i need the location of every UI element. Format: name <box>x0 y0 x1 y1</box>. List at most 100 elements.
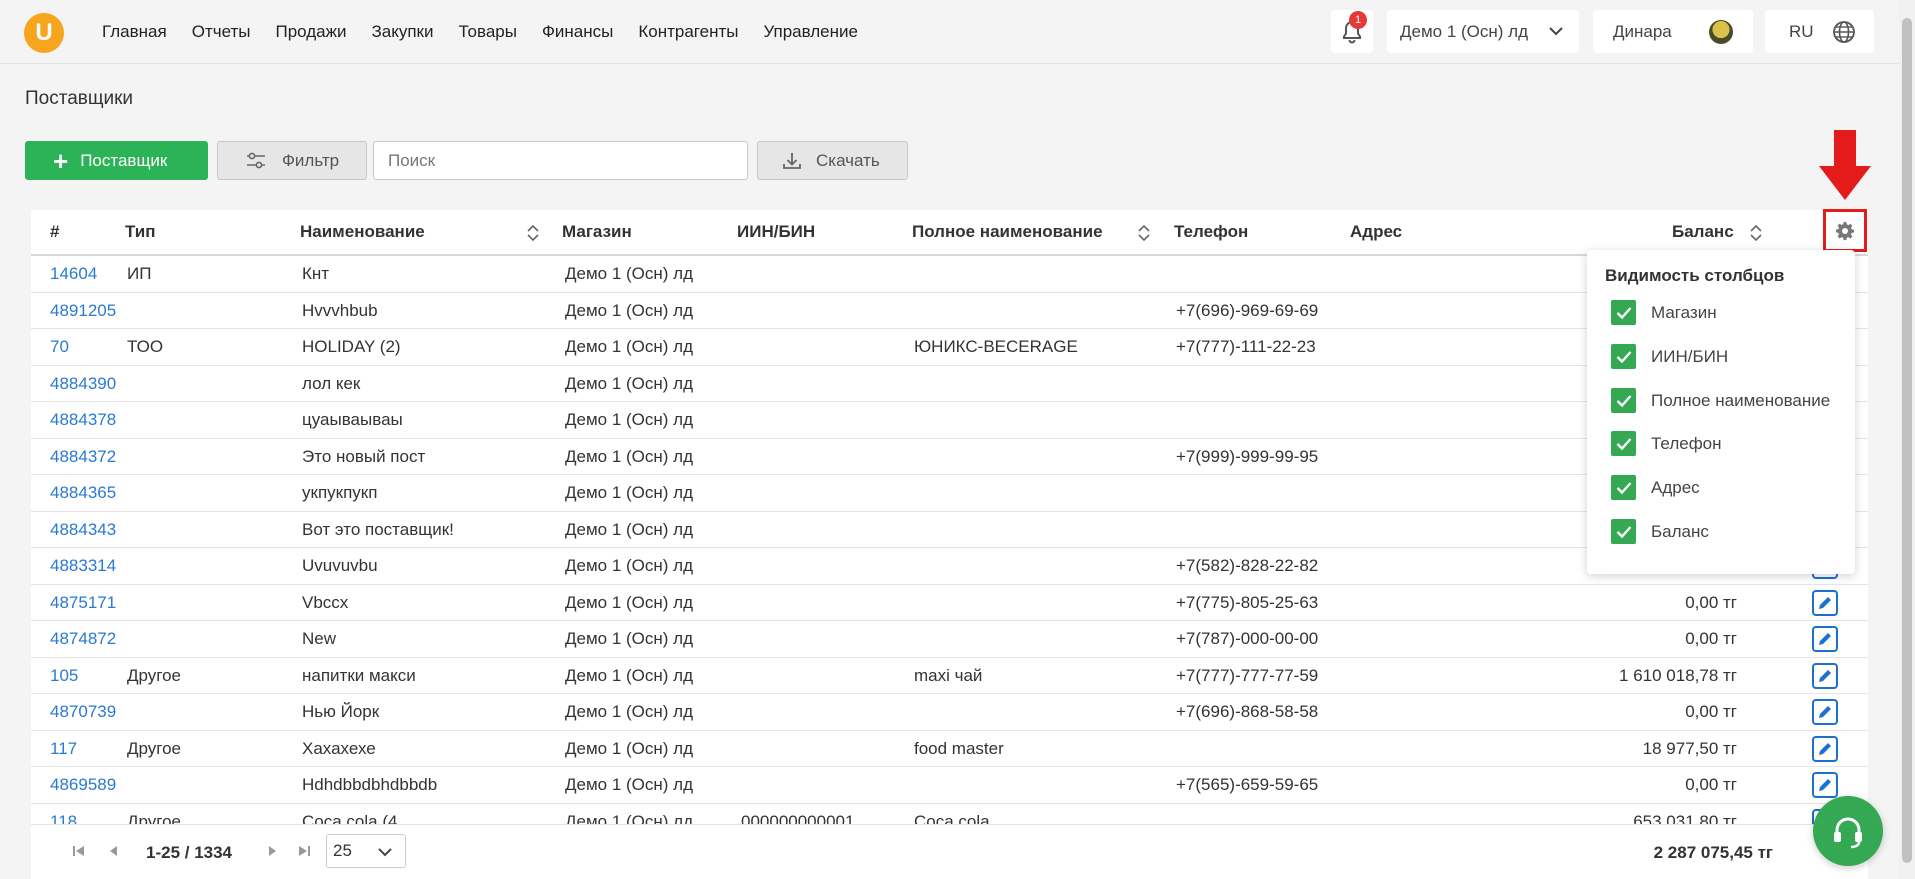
column-toggle-phone[interactable]: Телефон <box>1611 431 1722 456</box>
support-chat-button[interactable] <box>1813 796 1883 866</box>
supplier-id-link[interactable]: 14604 <box>50 264 97 284</box>
column-toggle-label: Магазин <box>1651 302 1717 322</box>
supplier-id-link[interactable]: 4875171 <box>50 593 116 613</box>
supplier-id-link[interactable]: 4884365 <box>50 483 116 503</box>
edit-icon[interactable] <box>1812 699 1838 725</box>
store-selector[interactable]: Демо 1 (Осн) лд <box>1387 10 1579 53</box>
header-iin[interactable]: ИИН/БИН <box>737 222 815 242</box>
cell-type: ИП <box>127 264 152 283</box>
page-scrollbar[interactable] <box>1899 0 1915 879</box>
column-toggle-label: ИИН/БИН <box>1651 346 1729 366</box>
chevron-down-icon <box>1549 27 1563 36</box>
edit-icon[interactable] <box>1812 662 1838 689</box>
header-id[interactable]: # <box>50 222 59 242</box>
cell-shop: Демо 1 (Осн) лд <box>565 738 694 758</box>
chevron-down-icon <box>378 848 392 857</box>
supplier-id-link[interactable]: 4884390 <box>50 374 116 394</box>
supplier-id-link[interactable]: 4870739 <box>50 702 116 722</box>
add-supplier-button[interactable]: + Поставщик <box>25 141 208 180</box>
cell-name: Вот это поставщик! <box>302 519 454 539</box>
header-phone[interactable]: Телефон <box>1174 222 1248 242</box>
download-button[interactable]: Скачать <box>757 141 908 180</box>
cell-shop: Демо 1 (Осн) лд <box>565 264 694 283</box>
column-toggle-address[interactable]: Адрес <box>1611 475 1700 500</box>
language-selector[interactable]: RU <box>1765 10 1874 53</box>
cell-shop: Демо 1 (Осн) лд <box>565 337 694 356</box>
supplier-id-link[interactable]: 4884378 <box>50 410 116 430</box>
nav-item-management[interactable]: Управление <box>763 22 858 42</box>
column-toggle-iin[interactable]: ИИН/БИН <box>1611 344 1728 369</box>
nav-item-products[interactable]: Товары <box>458 22 516 42</box>
total-balance: 2 287 075,45 тг <box>1653 843 1773 862</box>
supplier-id-link[interactable]: 117 <box>50 739 77 759</box>
nav-item-purchases[interactable]: Закупки <box>371 22 433 42</box>
cell-name: New <box>302 629 337 648</box>
checkbox-checked-icon[interactable] <box>1611 388 1636 413</box>
cell-name: Хахахехе <box>302 738 376 758</box>
supplier-id-link[interactable]: 4884343 <box>50 520 116 540</box>
header-address[interactable]: Адрес <box>1350 222 1402 242</box>
scrollbar-thumb[interactable] <box>1902 18 1912 863</box>
supplier-id-link[interactable]: 4891205 <box>50 301 116 321</box>
cell-type: Другое <box>127 738 182 758</box>
edit-icon[interactable] <box>1812 626 1838 652</box>
nav-item-sales[interactable]: Продажи <box>275 22 346 42</box>
filter-button[interactable]: Фильтр <box>217 141 367 180</box>
cell-iin: 000000000001 <box>741 811 855 825</box>
cell-type: Другое <box>127 811 182 825</box>
cell-balance: 1 610 018,78 тг <box>1619 665 1737 685</box>
cell-phone: +7(696)-969-69-69 <box>1176 300 1319 320</box>
edit-icon[interactable] <box>1812 735 1838 762</box>
nav-item-reports[interactable]: Отчеты <box>192 22 251 42</box>
cell-shop: Демо 1 (Осн) лд <box>565 665 694 685</box>
edit-icon[interactable] <box>1812 589 1838 616</box>
cell-balance: 0,00 тг <box>1685 592 1737 612</box>
column-toggle-full-name[interactable]: Полное наименование <box>1611 388 1830 413</box>
sort-icon[interactable] <box>1138 224 1150 242</box>
supplier-id-link[interactable]: 4869589 <box>50 775 116 795</box>
supplier-id-link[interactable]: 118 <box>50 812 77 825</box>
cell-full-name: maxi чай <box>914 665 983 685</box>
sort-icon[interactable] <box>1750 224 1762 242</box>
supplier-id-link[interactable]: 4884372 <box>50 447 116 467</box>
cell-shop: Демо 1 (Осн) лд <box>565 629 694 648</box>
header-name[interactable]: Наименование <box>300 222 425 242</box>
cell-shop: Демо 1 (Осн) лд <box>565 702 694 721</box>
checkbox-checked-icon[interactable] <box>1611 300 1636 325</box>
checkbox-checked-icon[interactable] <box>1611 475 1636 500</box>
notifications-button[interactable]: 1 <box>1331 10 1373 53</box>
checkbox-checked-icon[interactable] <box>1611 519 1636 544</box>
cell-balance: 653 031,80 тг <box>1633 811 1737 825</box>
column-toggle-balance[interactable]: Баланс <box>1611 519 1709 544</box>
page-size-select[interactable]: 25 <box>326 834 406 868</box>
cell-name: HOLIDAY (2) <box>302 337 401 356</box>
search-input[interactable] <box>373 141 748 180</box>
header-full-name[interactable]: Полное наименование <box>912 222 1103 242</box>
header-shop[interactable]: Магазин <box>562 222 632 242</box>
supplier-id-link[interactable]: 4874872 <box>50 629 116 649</box>
user-menu[interactable]: Динара <box>1593 10 1753 53</box>
header-type[interactable]: Тип <box>125 222 155 242</box>
first-page-icon[interactable] <box>71 843 87 859</box>
nav-item-finance[interactable]: Финансы <box>542 22 613 42</box>
popup-title: Видимость столбцов <box>1605 266 1785 285</box>
cell-full-name: ЮНИКС-BECERAGE <box>914 337 1078 356</box>
supplier-id-link[interactable]: 70 <box>50 337 69 357</box>
checkbox-checked-icon[interactable] <box>1611 344 1636 369</box>
next-page-icon[interactable] <box>264 843 280 859</box>
supplier-id-link[interactable]: 4883314 <box>50 556 116 576</box>
header-balance[interactable]: Баланс <box>1672 222 1734 242</box>
edit-icon[interactable] <box>1812 772 1838 798</box>
supplier-id-link[interactable]: 105 <box>50 666 78 686</box>
nav-item-counterparties[interactable]: Контрагенты <box>638 22 738 42</box>
last-page-icon[interactable] <box>296 843 312 859</box>
sliders-icon <box>247 152 265 168</box>
column-settings-button[interactable] <box>1823 209 1867 252</box>
nav-item-home[interactable]: Главная <box>102 22 167 42</box>
sort-icon[interactable] <box>527 224 539 242</box>
app-logo[interactable]: U <box>24 13 64 53</box>
column-toggle-shop[interactable]: Магазин <box>1611 300 1717 325</box>
previous-page-icon[interactable] <box>106 843 122 859</box>
checkbox-checked-icon[interactable] <box>1611 431 1636 456</box>
cell-phone: +7(999)-999-99-95 <box>1176 446 1319 466</box>
